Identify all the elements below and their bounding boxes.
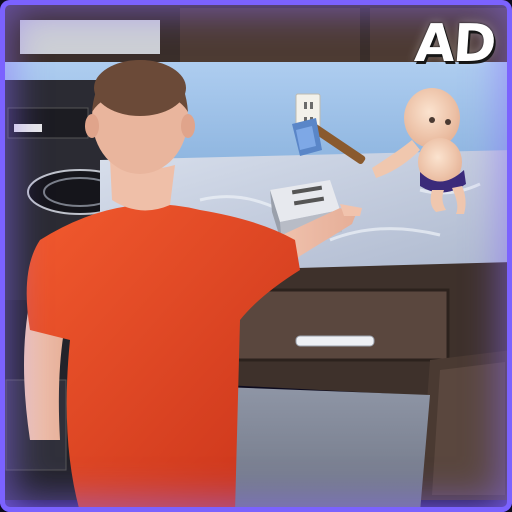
- drawer: [226, 288, 450, 362]
- ad-badge: AD: [412, 14, 497, 74]
- drawer-handle: [295, 335, 375, 347]
- kitchen-scene: [0, 0, 512, 512]
- game-frame: AD: [0, 0, 512, 512]
